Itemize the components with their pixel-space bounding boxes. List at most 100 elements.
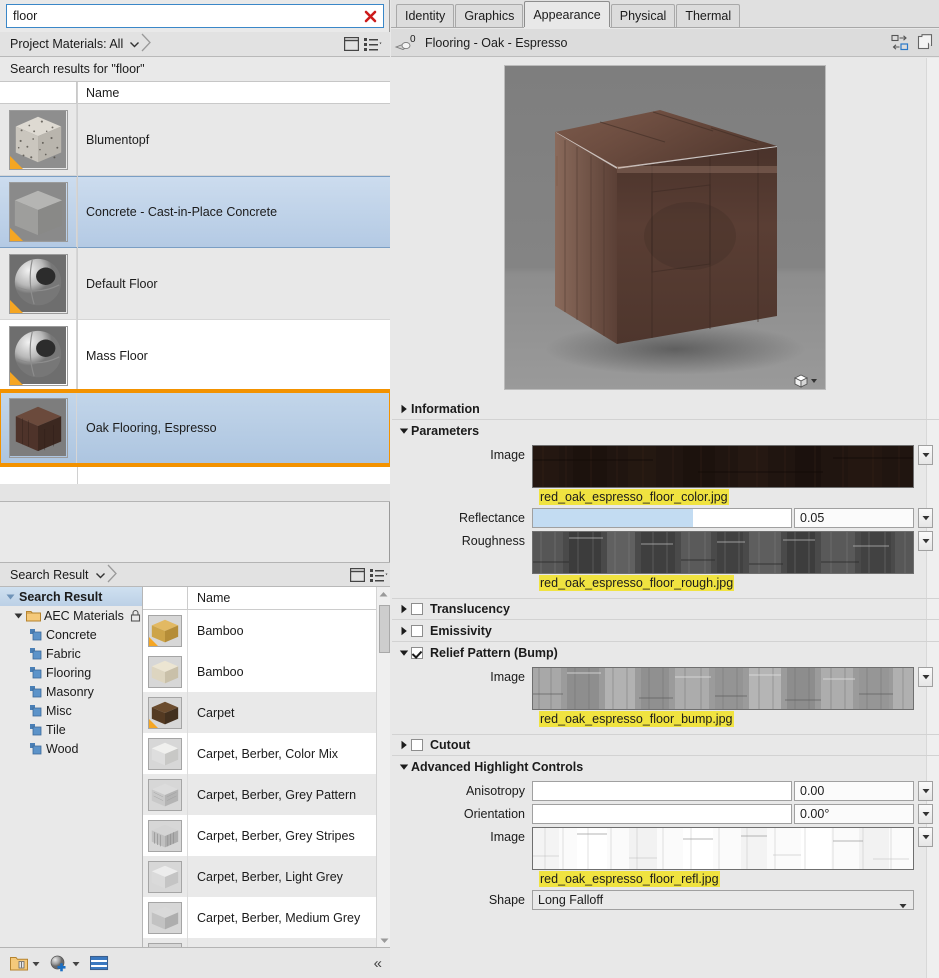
table-row[interactable]: Default Floor bbox=[0, 248, 390, 320]
search-results-label: Search results for "floor" bbox=[0, 57, 390, 82]
material-thumbnail bbox=[0, 104, 77, 175]
emissivity-checkbox[interactable] bbox=[411, 625, 423, 637]
preview-render[interactable] bbox=[504, 65, 826, 390]
material-name: Oak Flooring, Espresso bbox=[77, 392, 390, 463]
section-title: Cutout bbox=[430, 738, 470, 752]
section-parameters[interactable]: Parameters bbox=[392, 420, 939, 442]
orientation-slider[interactable] bbox=[532, 804, 792, 824]
section-title: Parameters bbox=[411, 424, 479, 438]
project-materials-list: Name bbox=[0, 82, 390, 484]
collapsed-arrow-icon[interactable] bbox=[397, 604, 411, 614]
texture-preview-roughness[interactable] bbox=[532, 531, 914, 574]
table-row[interactable]: Blumentopf bbox=[0, 104, 390, 176]
dark-wood-swatch bbox=[9, 398, 68, 458]
section-cutout[interactable]: Cutout bbox=[392, 734, 939, 756]
texture-filename: red_oak_espresso_floor_refl.jpg bbox=[539, 871, 720, 887]
section-relief-pattern[interactable]: Relief Pattern (Bump) bbox=[392, 642, 939, 664]
texture-filename: red_oak_espresso_floor_rough.jpg bbox=[539, 575, 734, 591]
expanded-arrow-icon[interactable] bbox=[397, 427, 411, 435]
roughness-dropdown-button[interactable] bbox=[918, 531, 933, 551]
table-row[interactable]: Concrete - Cast-in-Place Concrete bbox=[0, 176, 390, 248]
section-title: Relief Pattern (Bump) bbox=[430, 646, 558, 660]
field-row-roughness: Roughness bbox=[0, 531, 936, 574]
warning-badge-icon bbox=[10, 156, 23, 169]
slider-fill bbox=[533, 509, 693, 527]
warning-badge-icon bbox=[10, 228, 23, 241]
shape-value: Long Falloff bbox=[538, 893, 603, 907]
reflectance-dropdown-button[interactable] bbox=[918, 508, 933, 528]
panel-layout-icon[interactable] bbox=[340, 34, 362, 54]
search-input[interactable] bbox=[7, 9, 357, 23]
field-row-highlight-image: Image bbox=[0, 827, 936, 870]
project-materials-label: Project Materials: All bbox=[10, 37, 123, 51]
grey-sphere-swatch bbox=[9, 254, 68, 314]
cutout-checkbox[interactable] bbox=[411, 739, 423, 751]
tab-identity[interactable]: Identity bbox=[396, 4, 454, 27]
orientation-value[interactable]: 0.00° bbox=[794, 804, 914, 824]
reflection-image-dropdown-button[interactable] bbox=[918, 827, 933, 847]
filename-row: red_oak_espresso_floor_rough.jpg bbox=[0, 574, 936, 591]
preview-shape-selector[interactable] bbox=[793, 372, 821, 390]
field-row-shape: Shape Long Falloff bbox=[0, 890, 936, 910]
anisotropy-value[interactable]: 0.00 bbox=[794, 781, 914, 801]
image-dropdown-button[interactable] bbox=[918, 445, 933, 465]
material-name: Default Floor bbox=[77, 248, 390, 319]
field-label: Anisotropy bbox=[0, 781, 532, 801]
field-row-orientation: Orientation 0.00° bbox=[0, 804, 936, 824]
field-label: Reflectance bbox=[0, 508, 532, 528]
field-row-anisotropy: Anisotropy 0.00 bbox=[0, 781, 936, 801]
field-row-bump-image: Image bbox=[0, 667, 936, 710]
texture-preview-color[interactable] bbox=[532, 445, 914, 488]
section-translucency[interactable]: Translucency bbox=[392, 598, 939, 620]
table-row[interactable]: Mass Floor bbox=[0, 320, 390, 392]
list-view-icon[interactable] bbox=[362, 34, 384, 54]
section-advanced-highlight[interactable]: Advanced Highlight Controls bbox=[392, 756, 939, 778]
texture-filename: red_oak_espresso_floor_color.jpg bbox=[539, 489, 729, 505]
breadcrumb-chevron-icon bbox=[141, 33, 152, 55]
replace-asset-icon[interactable] bbox=[887, 31, 913, 55]
bump-image-dropdown-button[interactable] bbox=[918, 667, 933, 687]
reflectance-slider[interactable] bbox=[532, 508, 792, 528]
chevron-down-icon[interactable] bbox=[130, 37, 139, 51]
chevron-down-icon[interactable] bbox=[899, 898, 907, 912]
anisotropy-dropdown-button[interactable] bbox=[918, 781, 933, 801]
svg-text:0: 0 bbox=[410, 34, 416, 45]
duplicate-asset-icon[interactable] bbox=[913, 31, 939, 55]
orientation-dropdown-button[interactable] bbox=[918, 804, 933, 824]
search-box[interactable] bbox=[6, 4, 384, 28]
shape-select[interactable]: Long Falloff bbox=[532, 890, 914, 910]
section-emissivity[interactable]: Emissivity bbox=[392, 620, 939, 642]
appearance-sections: Information Parameters Image bbox=[0, 398, 936, 978]
tab-thermal[interactable]: Thermal bbox=[676, 4, 740, 27]
filename-row: red_oak_espresso_floor_bump.jpg bbox=[0, 710, 936, 727]
material-preview bbox=[504, 58, 826, 389]
expanded-arrow-icon[interactable] bbox=[397, 763, 411, 771]
grey-concrete-swatch bbox=[9, 182, 68, 242]
material-browser-window: Project Materials: All bbox=[0, 0, 939, 978]
expanded-arrow-icon[interactable] bbox=[397, 649, 411, 657]
collapsed-arrow-icon[interactable] bbox=[397, 404, 411, 414]
list-header: Name bbox=[0, 82, 390, 104]
project-materials-bar[interactable]: Project Materials: All bbox=[0, 32, 390, 57]
tab-graphics[interactable]: Graphics bbox=[455, 4, 523, 27]
section-title: Information bbox=[411, 402, 480, 416]
thumbnail-column-header bbox=[0, 82, 77, 104]
tab-appearance[interactable]: Appearance bbox=[524, 1, 609, 27]
table-row-selected[interactable]: Oak Flooring, Espresso bbox=[0, 392, 390, 464]
property-tabs: Identity Graphics Appearance Physical Th… bbox=[391, 0, 939, 28]
relief-pattern-checkbox[interactable] bbox=[411, 647, 423, 659]
translucency-checkbox[interactable] bbox=[411, 603, 423, 615]
reflectance-value[interactable]: 0.05 bbox=[794, 508, 914, 528]
name-column-header: Name bbox=[77, 86, 119, 100]
texture-preview-bump[interactable] bbox=[532, 667, 914, 710]
collapsed-arrow-icon[interactable] bbox=[397, 740, 411, 750]
asset-title: Flooring - Oak - Espresso bbox=[425, 36, 567, 50]
anisotropy-slider[interactable] bbox=[532, 781, 792, 801]
collapsed-arrow-icon[interactable] bbox=[397, 626, 411, 636]
section-information[interactable]: Information bbox=[392, 398, 939, 420]
warning-badge-icon bbox=[10, 372, 23, 385]
clear-search-icon[interactable] bbox=[357, 5, 383, 27]
tab-physical[interactable]: Physical bbox=[611, 4, 676, 27]
texture-preview-reflection[interactable] bbox=[532, 827, 914, 870]
asset-type-icon: 0 bbox=[391, 33, 425, 53]
